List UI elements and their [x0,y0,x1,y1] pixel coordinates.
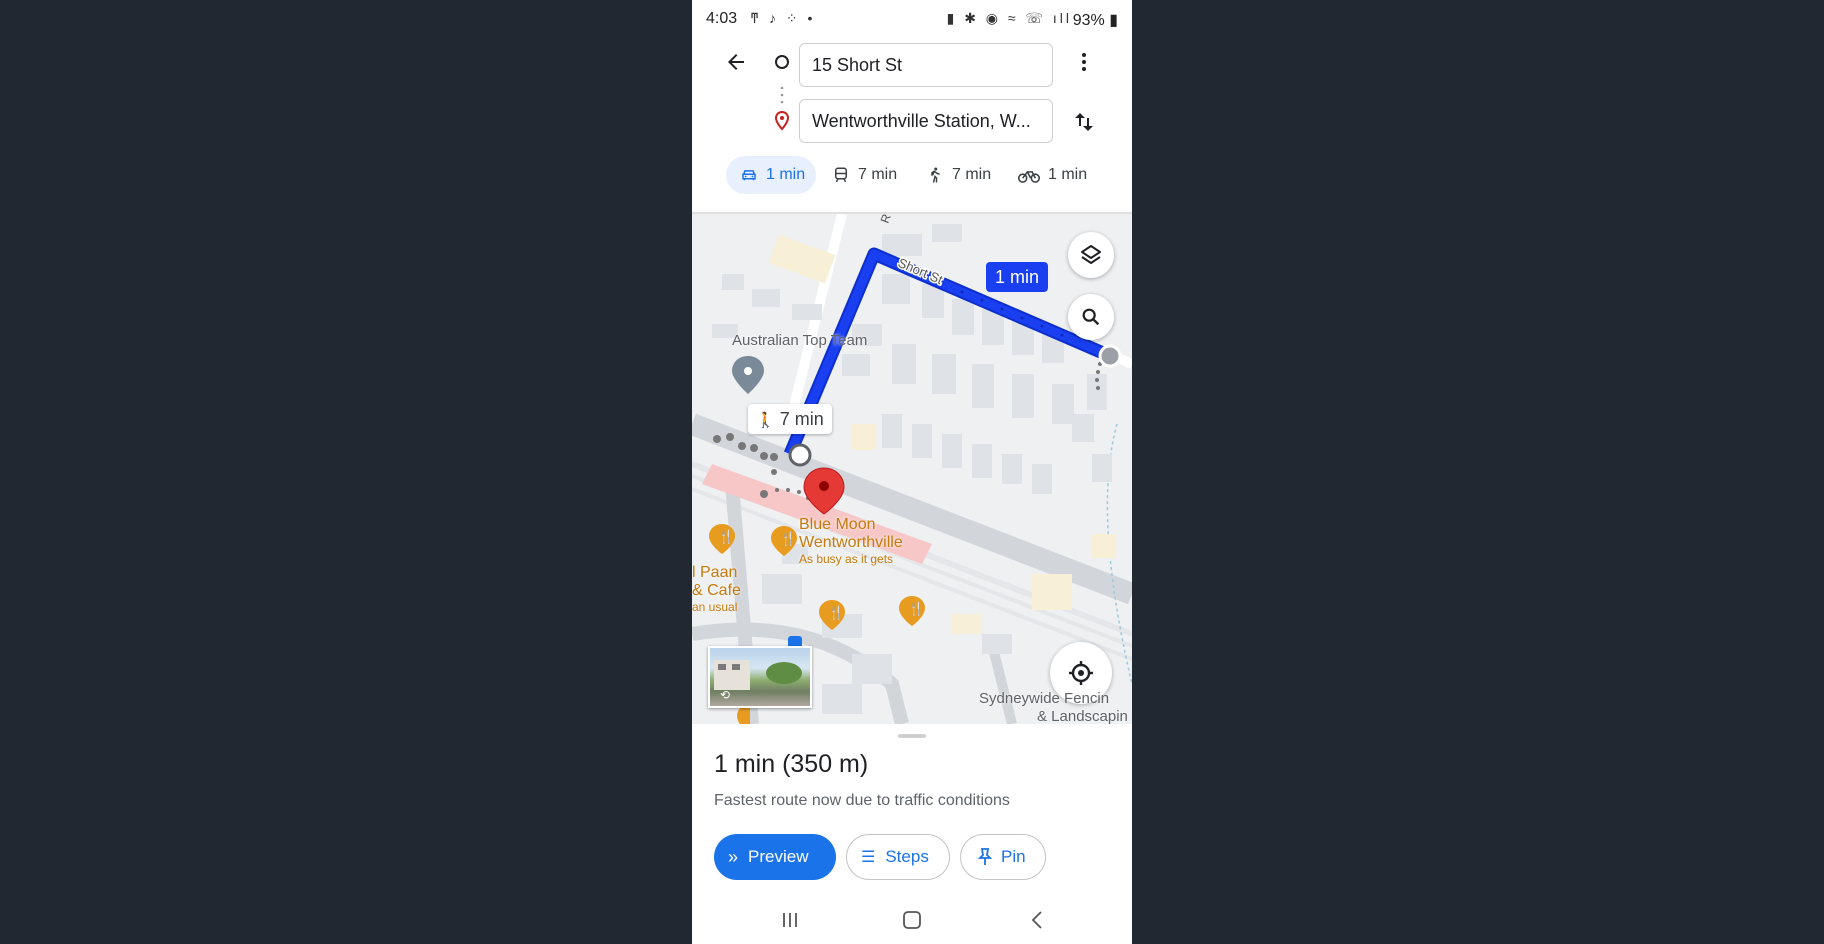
destination-input[interactable]: Wentworthville Station, W... [799,99,1053,143]
home-icon [903,911,921,929]
route-time-text: 1 min [995,267,1040,287]
route-summary-title: 1 min (350 m) [714,750,869,778]
system-nav-bar [692,900,1132,944]
search-icon [1082,308,1100,326]
route-summary-sheet: 1 min (350 m) Fastest route now due to t… [692,724,1132,944]
tab-cycling-label: 1 min [1048,166,1088,183]
origin-input[interactable]: 15 Short St [799,43,1053,87]
cafe-name-line1: l Paan [692,564,738,581]
back-chevron-icon [1031,911,1042,929]
tab-transit-label: 7 min [858,166,898,183]
svg-text:🍴: 🍴 [718,529,734,545]
status-time: 4:03 [706,10,738,27]
place-label-business[interactable]: Sydneywide Fencin & Landscapin [979,690,1128,724]
street-label-r: R [878,214,894,225]
tab-cycling[interactable]: 1 min [1018,156,1087,194]
route-dots-icon [778,84,786,106]
crosshair-icon [1069,661,1093,685]
walk-time-badge[interactable]: 🚶 7 min [748,404,832,434]
system-icons: ▮ ✱ ◉ ≈ ☏ ıll [946,10,1072,26]
train-icon [835,167,847,183]
search-along-route-button[interactable] [1068,294,1114,340]
walk-time-text: 7 min [779,409,824,429]
pin-label: Pin [1001,847,1026,866]
cafe-status: an usual [692,600,738,614]
place-label-gym[interactable]: Australian Top Team [732,332,867,349]
restaurant-name-line2: Wentworthville [799,534,903,551]
business-name-line1: Sydneywide Fencin [979,690,1110,707]
status-bar: 4:03 ͳ ♪ ⁘ • ▮ ✱ ◉ ≈ ☏ ıll 93% ▮ [692,0,1132,40]
route-time-badge[interactable]: 1 min [986,262,1049,292]
sheet-drag-handle[interactable] [898,734,926,738]
phone-screen: 4:03 ͳ ♪ ⁘ • ▮ ✱ ◉ ≈ ☏ ıll 93% ▮ 15 Shor… [692,0,1132,944]
map-view[interactable]: 🍴 🍴 🍴 🍴 Short St R ⟲ 1 min 🚶 7 min Austr… [692,214,1132,724]
swap-button[interactable] [1068,106,1100,138]
tab-driving-label: 1 min [766,166,806,183]
travel-mode-tabs: 1 min 7 min 7 min 1 min [692,156,1132,196]
origin-circle-icon [772,52,792,72]
directions-header: 15 Short St Wentworthville Station, W...… [692,40,1132,214]
battery-level: 93% ▮ [1072,12,1118,29]
cafe-name-line2: & Cafe [692,582,741,599]
street-view-thumbnail[interactable]: ⟲ [708,646,812,708]
bike-icon [1018,171,1040,183]
tab-driving[interactable]: 1 min [726,156,816,194]
more-vert-icon [1082,53,1086,71]
recents-icon [783,913,797,927]
svg-text:🍴: 🍴 [780,531,796,547]
pin-icon [977,848,993,865]
recents-button[interactable] [780,910,804,932]
walk-icon: 🚶 [756,412,775,429]
restaurant-name-line1: Blue Moon [799,516,876,533]
home-button[interactable] [902,910,924,932]
back-button[interactable] [720,46,752,78]
arrow-left-icon [728,54,744,70]
business-name-line2: & Landscapin [1037,708,1128,724]
place-label-restaurant[interactable]: Blue Moon Wentworthville As busy as it g… [799,516,903,566]
steps-button[interactable]: ☰ Steps [846,834,950,880]
car-icon [742,170,756,181]
steps-label: Steps [885,847,929,866]
place-label-cafe[interactable]: l Paan & Cafe an usual [692,564,741,614]
list-icon: ☰ [861,849,876,866]
swap-vert-icon [1075,113,1093,131]
destination-pin-icon [772,110,792,132]
notification-icons: ͳ ♪ ⁘ • [750,10,816,26]
preview-label: Preview [748,847,809,866]
restaurant-busyness: As busy as it gets [799,552,894,566]
more-options-button[interactable] [1070,48,1098,76]
tab-walking[interactable]: 7 min [926,156,991,194]
walk-icon [931,167,940,183]
pin-button[interactable]: Pin [960,834,1046,880]
tab-transit[interactable]: 7 min [832,156,897,194]
route-summary-subtitle: Fastest route now due to traffic conditi… [714,792,1010,809]
rotate-360-icon: ⟲ [720,688,731,702]
preview-button[interactable]: » Preview [714,834,836,880]
layers-icon [1081,245,1101,264]
svg-text:🍴: 🍴 [908,601,924,617]
chevrons-right-icon: » [728,846,739,867]
layers-button[interactable] [1068,232,1114,278]
svg-text:🍴: 🍴 [828,605,844,621]
system-back-button[interactable] [1028,910,1050,932]
tab-walking-label: 7 min [952,166,992,183]
